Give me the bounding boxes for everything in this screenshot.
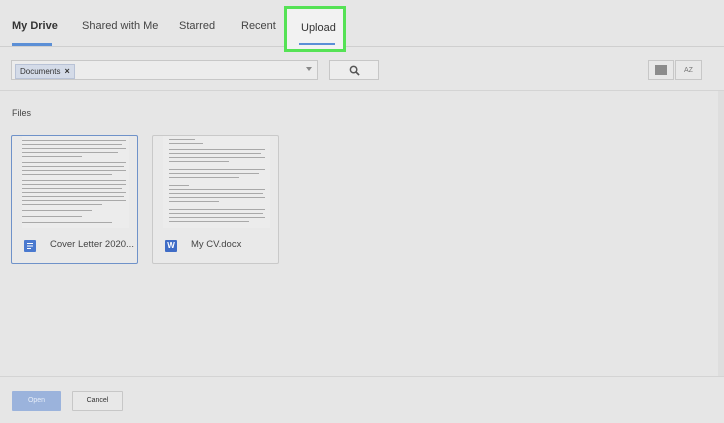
search-icon xyxy=(349,65,360,76)
tab-recent[interactable]: Recent xyxy=(241,20,276,32)
filter-chip-label: Documents xyxy=(20,67,61,76)
word-doc-icon: W xyxy=(165,240,177,252)
tab-upload[interactable]: Upload xyxy=(301,22,336,34)
file-name: Cover Letter 2020... xyxy=(50,239,134,250)
sort-button[interactable]: AZ xyxy=(675,60,702,80)
file-name: My CV.docx xyxy=(191,239,242,250)
file-card[interactable]: Cover Letter 2020... xyxy=(11,135,138,264)
active-tab-indicator xyxy=(12,43,52,46)
filter-chip-documents: Documents × xyxy=(15,64,75,79)
cancel-button[interactable]: Cancel xyxy=(72,391,123,411)
tab-my-drive[interactable]: My Drive xyxy=(12,20,58,32)
sort-az-icon: AZ xyxy=(684,66,693,74)
files-heading: Files xyxy=(12,108,32,118)
tab-starred[interactable]: Starred xyxy=(179,20,215,32)
list-view-icon xyxy=(655,65,667,75)
document-thumbnail xyxy=(163,136,270,228)
open-button[interactable]: Open xyxy=(12,391,61,411)
scrollbar[interactable] xyxy=(718,91,724,376)
search-button[interactable] xyxy=(329,60,379,80)
google-doc-icon xyxy=(24,240,36,252)
chevron-down-icon[interactable] xyxy=(306,67,312,71)
footer-divider xyxy=(0,376,724,377)
document-thumbnail xyxy=(22,136,129,228)
file-card[interactable]: W My CV.docx xyxy=(152,135,279,264)
list-view-button[interactable] xyxy=(648,60,674,80)
chip-remove-icon[interactable]: × xyxy=(64,65,69,78)
tab-shared-with-me[interactable]: Shared with Me xyxy=(82,20,158,32)
tab-bar: My Drive Shared with Me Starred Recent xyxy=(0,0,724,47)
toolbar-divider xyxy=(0,90,724,91)
upload-tab-indicator xyxy=(299,43,335,45)
file-card-footer: Cover Letter 2020... xyxy=(12,232,137,262)
file-card-footer: W My CV.docx xyxy=(153,232,278,262)
search-input[interactable]: Documents × xyxy=(11,60,318,80)
